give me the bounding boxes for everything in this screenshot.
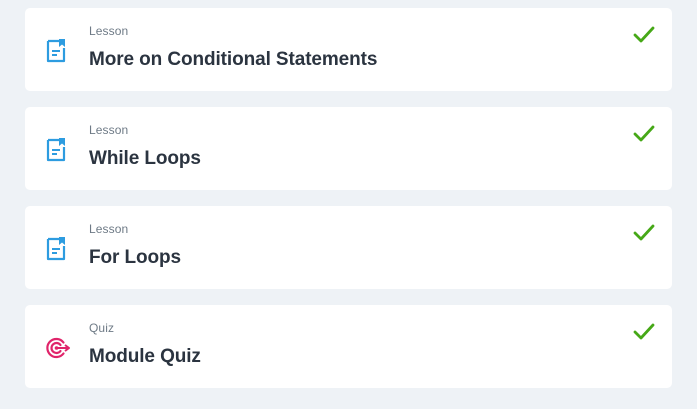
item-type-label: Lesson [89, 123, 129, 137]
checkmark-icon [633, 323, 655, 341]
item-type-label: Quiz [89, 321, 115, 335]
list-item-quiz[interactable]: Quiz Module Quiz [25, 305, 672, 388]
lesson-document-icon [45, 236, 69, 262]
quiz-target-icon [45, 335, 70, 361]
list-item-lesson[interactable]: Lesson For Loops [25, 206, 672, 289]
lesson-document-icon [45, 38, 69, 64]
checkmark-icon [633, 224, 655, 242]
item-title[interactable]: While Loops [89, 148, 201, 170]
checkmark-icon [633, 26, 655, 44]
item-title[interactable]: More on Conditional Statements [89, 49, 377, 71]
module-items-list: Lesson More on Conditional Statements Le… [25, 8, 672, 404]
list-item-lesson[interactable]: Lesson More on Conditional Statements [25, 8, 672, 91]
checkmark-icon [633, 125, 655, 143]
list-item-lesson[interactable]: Lesson While Loops [25, 107, 672, 190]
item-type-label: Lesson [89, 222, 129, 236]
lesson-document-icon [45, 137, 69, 163]
item-title[interactable]: For Loops [89, 247, 181, 269]
item-title[interactable]: Module Quiz [89, 346, 201, 368]
item-type-label: Lesson [89, 24, 129, 38]
